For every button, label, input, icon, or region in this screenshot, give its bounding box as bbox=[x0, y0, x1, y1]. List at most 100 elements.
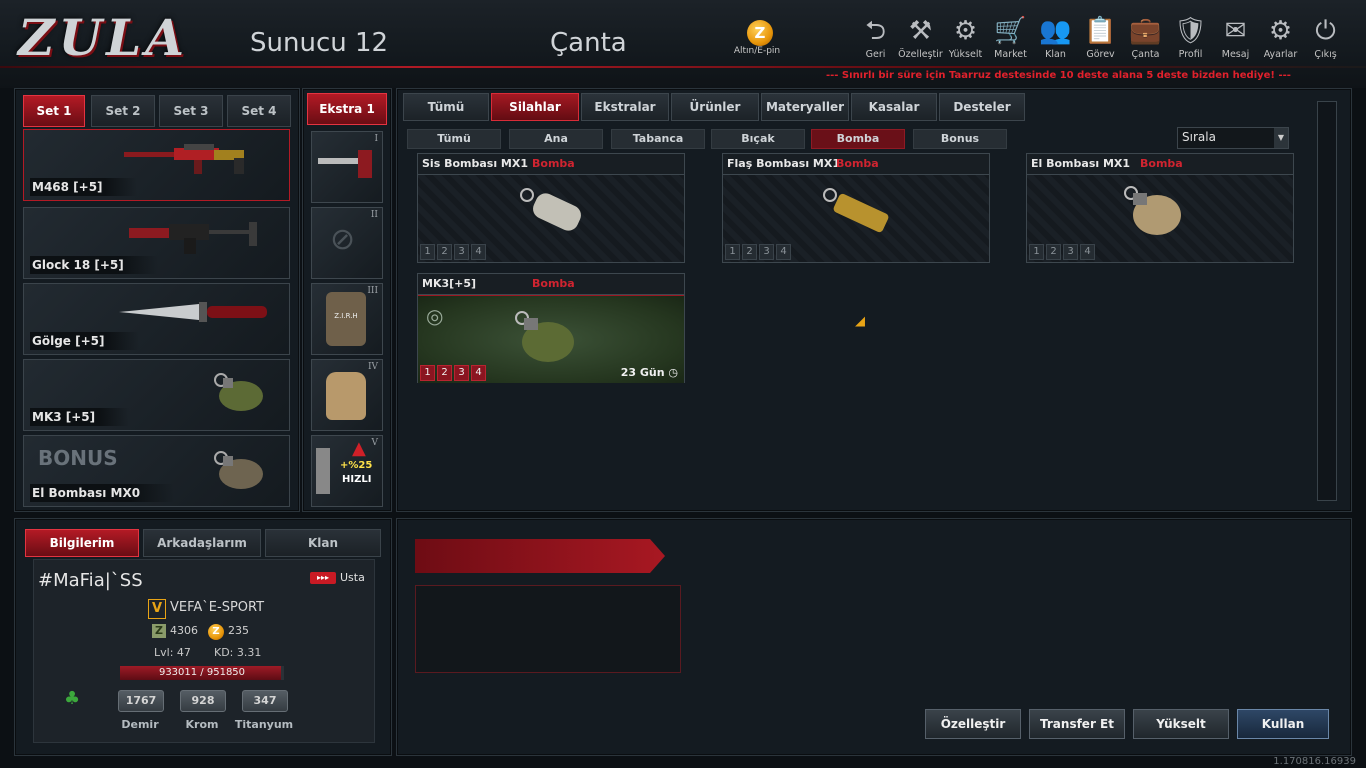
slot-number: 3 bbox=[759, 244, 774, 260]
nav-settings[interactable]: ⚙ Ayarlar bbox=[1258, 14, 1303, 60]
nav-customize[interactable]: ⚒ Özelleştir bbox=[898, 14, 943, 60]
sort-label: Sırala bbox=[1182, 130, 1216, 144]
vest-text: Z.I.R.H bbox=[334, 312, 358, 320]
nav-label: Yükselt bbox=[948, 49, 983, 60]
tab-weapons[interactable]: Silahlar bbox=[491, 93, 579, 121]
tab-my-info[interactable]: Bilgilerim bbox=[25, 529, 139, 557]
gold-amount: 235 bbox=[228, 624, 249, 637]
extra-slot-4[interactable]: IV bbox=[311, 359, 383, 431]
item-type: Bomba bbox=[836, 157, 879, 170]
clan-icon: 👥 bbox=[1039, 16, 1072, 46]
nav-label: Klan bbox=[1045, 49, 1066, 60]
customize-button[interactable]: Özelleştir bbox=[925, 709, 1021, 739]
sort-dropdown[interactable]: Sırala ▼ bbox=[1177, 127, 1289, 149]
flash-grenade-icon bbox=[823, 188, 889, 233]
chevron-down-icon: ▼ bbox=[1274, 128, 1288, 148]
subtab-all[interactable]: Tümü bbox=[407, 129, 501, 149]
nav-label: Görev bbox=[1086, 49, 1115, 60]
subtab-bonus[interactable]: Bonus bbox=[913, 129, 1007, 149]
tab-set-2[interactable]: Set 2 bbox=[91, 95, 155, 127]
mail-icon: ✉ bbox=[1224, 16, 1247, 46]
profile-icon: 🛡 bbox=[1173, 16, 1207, 46]
player-name: #MaFia|`SS bbox=[38, 570, 143, 591]
inventory-scrollbar[interactable] bbox=[1317, 101, 1337, 501]
detail-description-box bbox=[415, 585, 681, 673]
bag-icon: 💼 bbox=[1129, 16, 1162, 46]
gold-epin-label: Altın/E-pin bbox=[733, 46, 781, 56]
extra-slot-1[interactable]: I bbox=[311, 131, 383, 203]
stock-icon bbox=[318, 150, 372, 178]
clan-badge-icon: V bbox=[148, 599, 166, 619]
nav-mission[interactable]: 📋 Görev bbox=[1078, 14, 1123, 60]
tab-products[interactable]: Ürünler bbox=[671, 93, 759, 121]
back-icon: ⮌ bbox=[865, 16, 886, 46]
nav-exit[interactable]: ⏻ Çıkış bbox=[1303, 14, 1348, 60]
nav-upgrade[interactable]: ⚙ Yükselt bbox=[943, 14, 988, 60]
slot-knife[interactable]: Gölge [+5] bbox=[23, 283, 290, 355]
xp-text: 933011 / 951850 bbox=[158, 667, 246, 678]
slot-grenade[interactable]: MK3 [+5] bbox=[23, 359, 290, 431]
slot-number: 2 bbox=[1046, 244, 1061, 260]
slot-number: 4 bbox=[1080, 244, 1095, 260]
detail-title-bar bbox=[415, 539, 665, 573]
nav-back[interactable]: ⮌ Geri bbox=[853, 14, 898, 60]
loadout-panel: Set 1 Set 2 Set 3 Set 4 M468 [+5] Glock … bbox=[14, 88, 300, 512]
item-name: MK3[+5] bbox=[422, 277, 477, 290]
knife-icon bbox=[119, 302, 267, 322]
nav-mail[interactable]: ✉ Mesaj bbox=[1213, 14, 1258, 60]
tab-all[interactable]: Tümü bbox=[403, 93, 489, 121]
use-button[interactable]: Kullan bbox=[1237, 709, 1329, 739]
gold-epin-button[interactable]: Z Altın/E-pin bbox=[734, 20, 785, 56]
player-kd: KD: 3.31 bbox=[214, 646, 262, 659]
extra-slot-2[interactable]: II ⊘ bbox=[311, 207, 383, 279]
nav-profile[interactable]: 🛡 Profil bbox=[1168, 14, 1213, 60]
item-card[interactable]: Flaş Bombası MX1 Bomba 1234 bbox=[722, 153, 990, 263]
tab-extra-1[interactable]: Ekstra 1 bbox=[307, 93, 387, 125]
game-logo: ZULA bbox=[18, 8, 189, 67]
nav-market[interactable]: 🛒 Market bbox=[988, 14, 1033, 60]
clover-icon: ♣ bbox=[64, 688, 81, 709]
item-card-selected[interactable]: MK3[+5] Bomba ◎ 1234 23 Gün ◷ bbox=[417, 273, 685, 383]
tab-crates[interactable]: Kasalar bbox=[851, 93, 937, 121]
titanium-count: 347 bbox=[242, 690, 288, 712]
transfer-button[interactable]: Transfer Et bbox=[1029, 709, 1125, 739]
header-divider bbox=[0, 66, 1366, 68]
slot-pistol[interactable]: Glock 18 [+5] bbox=[23, 207, 290, 279]
hand-grenade-icon bbox=[1124, 186, 1181, 235]
nav-label: Çanta bbox=[1131, 49, 1160, 60]
item-name: El Bombası MX1 bbox=[1031, 157, 1131, 170]
tab-extras[interactable]: Ekstralar bbox=[581, 93, 669, 121]
tab-set-3[interactable]: Set 3 bbox=[159, 95, 223, 127]
tab-set-4[interactable]: Set 4 bbox=[227, 95, 291, 127]
tab-set-1[interactable]: Set 1 bbox=[23, 95, 85, 127]
extra-slot-5[interactable]: V ▲ +%25 HIZLI bbox=[311, 435, 383, 507]
smoke-grenade-icon bbox=[520, 188, 581, 231]
item-card[interactable]: El Bombası MX1 Bomba 1234 bbox=[1026, 153, 1294, 263]
tab-clan[interactable]: Klan bbox=[265, 529, 381, 557]
upgrade-button[interactable]: Yükselt bbox=[1133, 709, 1229, 739]
tab-materials[interactable]: Materyaller bbox=[761, 93, 849, 121]
tab-decks[interactable]: Desteler bbox=[939, 93, 1025, 121]
nav-bag[interactable]: 💼 Çanta bbox=[1123, 14, 1168, 60]
extra-slot-3[interactable]: III Z.I.R.H bbox=[311, 283, 383, 355]
subtab-pistol[interactable]: Tabanca bbox=[611, 129, 705, 149]
item-card[interactable]: Sis Bombası MX1 Bomba 1234 bbox=[417, 153, 685, 263]
slot-primary-weapon[interactable]: M468 [+5] bbox=[23, 129, 290, 201]
gloves-icon bbox=[326, 372, 366, 420]
slot-bonus[interactable]: BONUS El Bombası MX0 bbox=[23, 435, 290, 507]
z-points: 4306 bbox=[170, 624, 198, 637]
nav-label: Mesaj bbox=[1221, 49, 1250, 60]
item-detail-panel: Özelleştir Transfer Et Yükselt Kullan bbox=[396, 518, 1352, 756]
subtab-knife[interactable]: Bıçak bbox=[711, 129, 805, 149]
pistol-icon bbox=[129, 222, 257, 254]
player-rank: Usta bbox=[340, 571, 365, 584]
subtab-grenade[interactable]: Bomba bbox=[811, 129, 905, 149]
slot-number: 3 bbox=[1063, 244, 1078, 260]
subtab-primary[interactable]: Ana bbox=[509, 129, 603, 149]
chrome-count: 928 bbox=[180, 690, 226, 712]
tab-friends[interactable]: Arkadaşlarım bbox=[143, 529, 261, 557]
cart-icon: 🛒 bbox=[994, 16, 1027, 46]
slot-number: 4 bbox=[471, 244, 486, 260]
slot-number: 2 bbox=[742, 244, 757, 260]
nav-clan[interactable]: 👥 Klan bbox=[1033, 14, 1078, 60]
